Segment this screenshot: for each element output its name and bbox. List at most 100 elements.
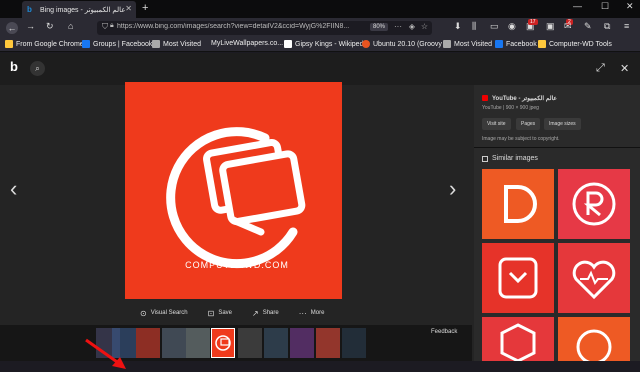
- image-sizes-button[interactable]: Image sizes: [544, 118, 581, 130]
- more-button[interactable]: ··· More: [299, 306, 325, 320]
- download-icon[interactable]: ⬇: [454, 21, 462, 32]
- extension-badge: 17: [528, 19, 538, 25]
- visual-search-button[interactable]: ⊙ Visual Search: [140, 306, 188, 320]
- similar-image[interactable]: [558, 243, 630, 313]
- tab-bar: b Bing images - عالم الكمبيوتر ✕ + — ☐ ✕: [0, 0, 640, 18]
- expand-icon[interactable]: ⤢: [596, 62, 605, 75]
- account-icon[interactable]: ◉: [508, 21, 516, 32]
- search-icon[interactable]: ⌕: [30, 61, 45, 76]
- letter-d-logo-icon: [504, 185, 537, 223]
- home-icon[interactable]: ⌂: [68, 21, 73, 31]
- thumbnail[interactable]: [290, 328, 314, 358]
- similar-image[interactable]: [558, 317, 630, 365]
- image-actions: ⊙ Visual Search ⊡ Save ↗ Share ··· More: [140, 306, 344, 320]
- bookmark-item[interactable]: Most Visited: [443, 40, 492, 48]
- previous-image-arrow[interactable]: ‹: [10, 176, 17, 202]
- thumbnail-selected[interactable]: [211, 328, 235, 358]
- lock-icon[interactable]: 🔒︎: [110, 22, 114, 30]
- bookmark-folder[interactable]: From Google Chrome: [5, 40, 84, 48]
- ubuntu-icon: [362, 40, 370, 48]
- bookmark-item[interactable]: Groups | Facebook: [82, 40, 152, 48]
- bookmarks-bar: From Google Chrome Groups | Facebook Mos…: [0, 38, 640, 52]
- source-title[interactable]: YouTube - عالم الكمبيوتر: [492, 95, 557, 102]
- library-icon[interactable]: ⫼: [472, 21, 476, 32]
- bookmark-item[interactable]: MyLiveWallpapers.co...: [211, 40, 283, 47]
- save-button[interactable]: ⊡ Save: [208, 306, 232, 320]
- tab-bing-images[interactable]: b Bing images - عالم الكمبيوتر ✕: [22, 1, 136, 18]
- next-image-arrow[interactable]: ›: [449, 176, 456, 202]
- share-button[interactable]: ↗ Share: [252, 306, 279, 320]
- folder-icon: [5, 40, 13, 48]
- zoom-level[interactable]: 80%: [369, 23, 388, 31]
- monitor-logo-icon: [215, 335, 231, 351]
- feedback-link[interactable]: Feedback: [431, 329, 457, 335]
- folder-icon: [538, 40, 546, 48]
- extension-icon-2[interactable]: ▣: [546, 21, 555, 32]
- tab-title: Bing images - عالم الكمبيوتر: [40, 6, 126, 14]
- puzzle-icon[interactable]: ⧉: [604, 21, 610, 32]
- heart-square-icon: [498, 257, 538, 299]
- thumbnail[interactable]: [238, 328, 262, 358]
- divider: [474, 147, 640, 148]
- sidebar-icon[interactable]: ▭: [490, 21, 499, 32]
- more-actions-icon[interactable]: ···: [394, 22, 402, 31]
- image-details-panel: YouTube - عالم الكمبيوتر YouTube | 900 ×…: [474, 85, 640, 365]
- forward-button[interactable]: →: [26, 21, 35, 31]
- pocket-icon[interactable]: ◈: [409, 22, 415, 31]
- watermark-text: COMPUTERWD.COM: [185, 260, 289, 270]
- viewer-header: b ⌕ ⤢ ✕: [0, 53, 640, 85]
- bookmark-item[interactable]: Most Visited: [152, 40, 201, 48]
- back-button[interactable]: ←: [6, 22, 18, 34]
- bing-favicon-icon: b: [27, 5, 32, 14]
- shield-icon[interactable]: ⛉: [102, 22, 108, 32]
- url-text[interactable]: https://www.bing.com/images/search?view=…: [117, 23, 377, 30]
- tab-close-icon[interactable]: ✕: [125, 4, 132, 13]
- bookmark-item[interactable]: Gipsy Kings - Wikipedia: [284, 40, 369, 48]
- facebook-icon: [82, 40, 90, 48]
- copyright-note: Image may be subject to copyright.: [482, 136, 560, 142]
- new-tab-button[interactable]: +: [142, 2, 148, 14]
- extension-icon-4[interactable]: ✎: [584, 21, 592, 32]
- image-icon: [482, 155, 488, 162]
- facebook-icon: [495, 40, 503, 48]
- minimize-button[interactable]: —: [573, 1, 582, 11]
- wikipedia-icon: [284, 40, 292, 48]
- bookmark-folder[interactable]: Computer-WD Tools: [538, 40, 612, 48]
- url-bar[interactable]: ⛉ 🔒︎ https://www.bing.com/images/search?…: [97, 21, 432, 35]
- thumbnail[interactable]: [136, 328, 160, 358]
- main-image[interactable]: COMPUTERWD.COM: [125, 82, 342, 299]
- visit-site-button[interactable]: Visit site: [482, 118, 511, 130]
- letter-r-logo-icon: [572, 182, 616, 226]
- thumbnail[interactable]: [186, 328, 210, 358]
- gear-icon: [443, 40, 451, 48]
- similar-image[interactable]: [482, 243, 554, 313]
- heart-pulse-icon: [572, 260, 616, 300]
- source-meta: YouTube | 900 × 900 jpeg: [482, 105, 539, 111]
- extension-icon-3[interactable]: ✉: [564, 21, 572, 32]
- menu-icon[interactable]: ≡: [624, 21, 629, 31]
- bookmark-item[interactable]: Facebook: [495, 40, 537, 48]
- thumbnail[interactable]: [342, 328, 366, 358]
- reload-button[interactable]: ↻: [46, 21, 54, 32]
- share-icon: ↗: [252, 308, 259, 318]
- close-icon[interactable]: ✕: [620, 62, 629, 75]
- similar-image[interactable]: [482, 317, 554, 363]
- pages-button[interactable]: Pages: [516, 118, 541, 130]
- bing-logo-icon[interactable]: b: [10, 59, 18, 74]
- bing-image-viewer: b ⌕ ⤢ ✕ ‹ › COMPUTERWD.COM ⊙ Visual Searc…: [0, 53, 640, 369]
- close-window-button[interactable]: ✕: [626, 1, 634, 12]
- youtube-icon: [482, 95, 488, 101]
- thumbnail-strip: [0, 325, 472, 361]
- bookmark-star-icon[interactable]: ☆: [421, 22, 428, 31]
- visual-search-icon: ⊙: [140, 308, 147, 318]
- thumbnail[interactable]: [162, 328, 186, 358]
- similar-images-heading: Similar images: [482, 155, 538, 162]
- similar-image[interactable]: [558, 169, 630, 239]
- bookmark-item[interactable]: Ubuntu 20.10 (Groovy ...: [362, 40, 450, 48]
- thumbnail[interactable]: [316, 328, 340, 358]
- thumbnail[interactable]: [264, 328, 288, 358]
- maximize-button[interactable]: ☐: [601, 1, 609, 12]
- navigation-bar: ← → ↻ ⌂ ⛉ 🔒︎ https://www.bing.com/images…: [0, 18, 640, 38]
- annotation-arrow-icon: [85, 338, 126, 369]
- similar-image[interactable]: [482, 169, 554, 239]
